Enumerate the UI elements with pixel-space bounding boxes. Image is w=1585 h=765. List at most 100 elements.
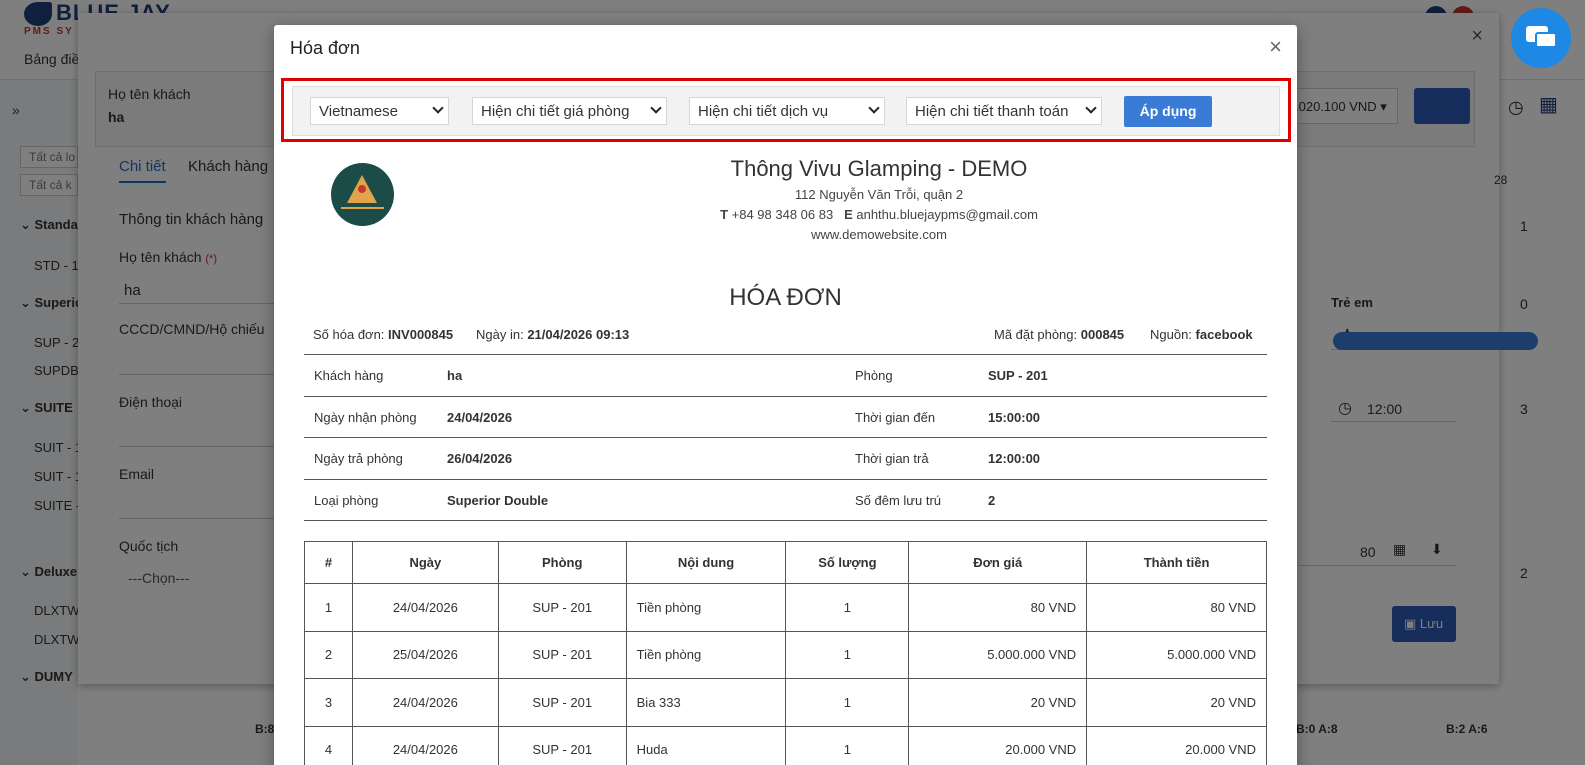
phone-prefix: T — [720, 207, 729, 222]
booking-code: Mã đặt phòng: 000845 — [994, 327, 1124, 342]
company-logo — [331, 163, 394, 226]
table-header-row: # Ngày Phòng Nội dung Số lượng Đơn giá T… — [304, 541, 1267, 584]
service-detail-value: Hiện chi tiết dịch vụ — [698, 103, 829, 120]
info-value: 12:00:00 — [988, 451, 1041, 466]
company-phone: +84 98 348 06 83 — [731, 207, 834, 222]
row-room: SUP - 201 — [497, 630, 627, 679]
company-name: Thông Vivu Glamping - DEMO — [730, 156, 1028, 181]
service-detail-select[interactable]: Hiện chi tiết dịch vụ — [689, 97, 885, 125]
invoice-options-bar: Vietnamese Hiện chi tiết giá phòng Hiện … — [292, 86, 1280, 136]
info-row: Khách hàng ha Phòng SUP - 201 — [304, 355, 1267, 397]
row-number: 1 — [304, 583, 353, 632]
row-number: 2 — [304, 630, 353, 679]
row-unit-price: 80 VND — [908, 583, 1088, 632]
print-date: Ngày in: 21/04/2026 09:13 — [476, 327, 629, 342]
payment-detail-select[interactable]: Hiện chi tiết thanh toán — [906, 97, 1102, 125]
modal-header: Hóa đơn × — [274, 25, 1297, 73]
row-description: Bia 333 — [625, 678, 787, 727]
row-quantity: 1 — [785, 583, 910, 632]
company-address: 112 Nguyễn Văn Trỗi, quận 2 — [794, 187, 964, 202]
col-header: Số lượng — [785, 541, 910, 584]
row-room: SUP - 201 — [497, 583, 627, 632]
booking-code-label: Mã đặt phòng: — [994, 327, 1078, 342]
col-header: Phòng — [497, 541, 627, 584]
row-date: 24/04/2026 — [351, 678, 499, 727]
info-value: 15:00:00 — [988, 409, 1041, 425]
company-website: www.demowebsite.com — [811, 227, 947, 242]
row-total: 80 VND — [1086, 583, 1267, 632]
invoice-number-value: INV000845 — [388, 327, 454, 342]
row-description: Tiền phòng — [625, 630, 787, 679]
info-value: 26/04/2026 — [447, 451, 513, 466]
info-label: Phòng — [855, 368, 893, 383]
col-header: Ngày — [351, 541, 499, 584]
row-unit-price: 20 VND — [908, 678, 1088, 727]
info-value: 24/04/2026 — [447, 409, 513, 425]
logo-caption — [341, 207, 384, 209]
booking-info-table: Khách hàng ha Phòng SUP - 201 Ngày nhận … — [304, 354, 1267, 521]
row-description: Huda — [625, 725, 787, 765]
row-date: 25/04/2026 — [351, 630, 499, 679]
moon-icon — [358, 185, 366, 193]
apply-button[interactable]: Áp dụng — [1124, 96, 1212, 127]
room-detail-select[interactable]: Hiện chi tiết giá phòng — [472, 97, 667, 125]
row-quantity: 1 — [785, 678, 910, 727]
col-header: Thành tiền — [1086, 541, 1267, 584]
booking-code-value: 000845 — [1080, 327, 1125, 342]
booking-source: Nguồn: facebook — [1150, 327, 1253, 342]
language-select[interactable]: Vietnamese — [310, 97, 449, 125]
chevron-down-icon — [868, 102, 880, 114]
row-number: 4 — [304, 725, 353, 765]
row-unit-price: 5.000.000 VND — [908, 630, 1088, 679]
company-email: anhthu.bluejaypms@gmail.com — [856, 207, 1038, 222]
info-label: Loại phòng — [314, 492, 379, 508]
table-row: 4 24/04/2026 SUP - 201 Huda 1 20.000 VND… — [304, 725, 1267, 765]
invoice-title: HÓA ĐƠN — [729, 284, 842, 311]
invoice-number-label: Số hóa đơn: — [313, 327, 385, 342]
info-row: Ngày nhận phòng 24/04/2026 Thời gian đến… — [304, 397, 1267, 438]
source-value: facebook — [1195, 327, 1253, 342]
row-total: 20 VND — [1086, 678, 1267, 727]
payment-detail-value: Hiện chi tiết thanh toán — [915, 103, 1069, 120]
row-total: 20.000 VND — [1086, 725, 1267, 765]
row-date: 24/04/2026 — [351, 583, 499, 632]
row-unit-price: 20.000 VND — [908, 725, 1088, 765]
col-header: Nội dung — [625, 541, 787, 584]
source-label: Nguồn: — [1150, 327, 1192, 342]
col-header: Đơn giá — [908, 541, 1088, 584]
row-room: SUP - 201 — [497, 725, 627, 765]
row-total: 5.000.000 VND — [1086, 630, 1267, 679]
info-row: Loại phòng Superior Double Số đêm lưu tr… — [304, 480, 1267, 521]
chevron-down-icon — [650, 102, 662, 114]
row-date: 24/04/2026 — [351, 725, 499, 765]
info-label: Thời gian đến — [855, 409, 936, 425]
chevron-down-icon — [432, 102, 444, 114]
language-value: Vietnamese — [319, 103, 398, 120]
close-button[interactable]: × — [1269, 36, 1282, 58]
chat-widget-button[interactable] — [1511, 8, 1571, 68]
room-detail-value: Hiện chi tiết giá phòng — [481, 103, 630, 120]
info-value: 2 — [988, 492, 996, 508]
info-label: Ngày trả phòng — [314, 451, 403, 466]
email-prefix: E — [844, 207, 853, 222]
col-header: # — [304, 541, 353, 584]
row-room: SUP - 201 — [497, 678, 627, 727]
chevron-down-icon — [1085, 102, 1097, 114]
print-date-value: 21/04/2026 09:13 — [527, 327, 630, 342]
info-value: Superior Double — [447, 492, 549, 508]
table-row: 2 25/04/2026 SUP - 201 Tiền phòng 1 5.00… — [304, 630, 1267, 679]
info-row: Ngày trả phòng 26/04/2026 Thời gian trả … — [304, 438, 1267, 480]
chat-icon-secondary — [1535, 32, 1557, 48]
info-value: ha — [447, 368, 463, 383]
info-label: Thời gian trả — [855, 451, 929, 466]
table-row: 3 24/04/2026 SUP - 201 Bia 333 1 20 VND … — [304, 678, 1267, 727]
info-label: Số đêm lưu trú — [855, 492, 942, 508]
row-number: 3 — [304, 678, 353, 727]
invoice-items-table: # Ngày Phòng Nội dung Số lượng Đơn giá T… — [304, 541, 1267, 765]
invoice-modal: Hóa đơn × Vietnamese Hiện chi tiết giá p… — [274, 25, 1297, 765]
row-description: Tiền phòng — [625, 583, 787, 632]
info-value: SUP - 201 — [988, 368, 1048, 383]
table-row: 1 24/04/2026 SUP - 201 Tiền phòng 1 80 V… — [304, 583, 1267, 632]
company-info: Thông Vivu Glamping - DEMO 112 Nguyễn Vă… — [574, 156, 1184, 242]
invoice-number: Số hóa đơn: INV000845 — [313, 327, 453, 342]
